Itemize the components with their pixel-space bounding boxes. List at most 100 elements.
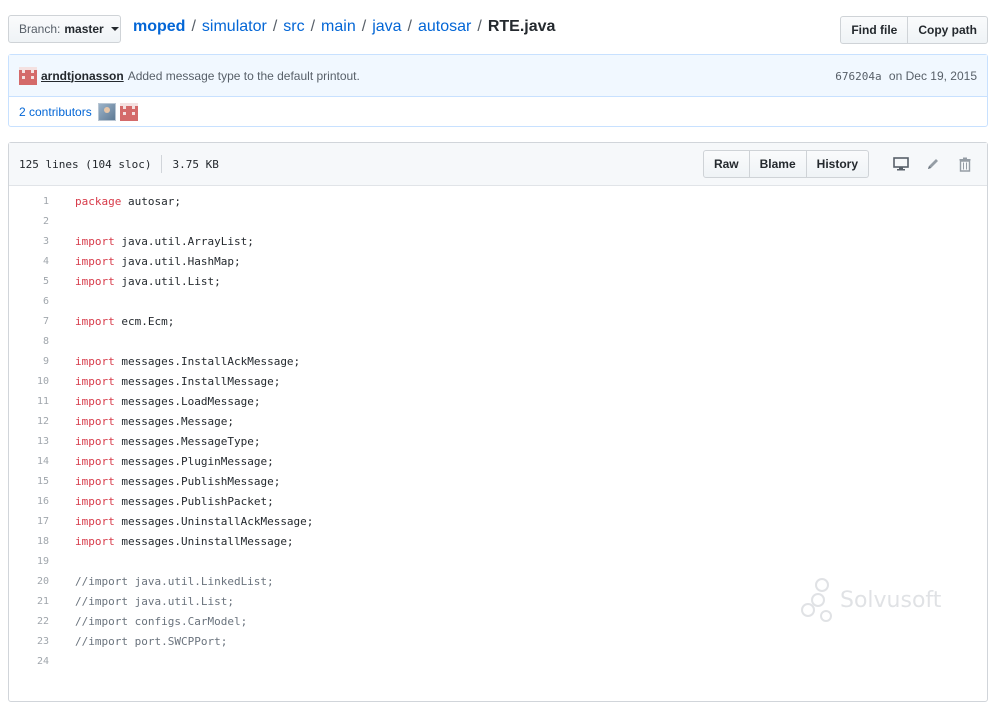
file-header: 125 lines (104 sloc) 3.75 KB Raw Blame H… (9, 143, 987, 186)
breadcrumb-java[interactable]: java (372, 18, 401, 36)
code-line: 14 import messages.PluginMessage; (9, 451, 987, 471)
breadcrumb-separator: / (477, 18, 482, 35)
keyword: import (75, 534, 115, 548)
code-text: messages.Message; (114, 414, 234, 428)
line-number[interactable]: 23 (9, 636, 49, 647)
file-view-buttons: Raw Blame History (702, 150, 869, 178)
keyword: import (75, 454, 115, 468)
line-code: import ecm.Ecm; (75, 315, 174, 328)
line-number[interactable]: 18 (9, 536, 49, 547)
line-code: import messages.LoadMessage; (75, 395, 260, 408)
contributors-row: 2 contributors (9, 97, 987, 126)
breadcrumb-simulator[interactable]: simulator (202, 18, 267, 36)
code-text: ecm.Ecm; (114, 314, 175, 328)
code-line: 4 import java.util.HashMap; (9, 251, 987, 271)
line-comment: //import java.util.LinkedList; (75, 574, 274, 588)
line-code: import java.util.HashMap; (75, 255, 241, 268)
line-number[interactable]: 21 (9, 596, 49, 607)
code-text: java.util.HashMap; (114, 254, 241, 268)
latest-commit: arndtjonasson Added message type to the … (9, 55, 987, 97)
line-number[interactable]: 3 (9, 236, 49, 247)
line-number[interactable]: 17 (9, 516, 49, 527)
line-comment: //import java.util.List; (75, 594, 234, 608)
code-text: messages.PublishMessage; (114, 474, 281, 488)
branch-selector[interactable]: Branch: master (8, 15, 121, 43)
watermark: Solvusoft (800, 576, 941, 624)
breadcrumb: moped / simulator / src / main / java / … (133, 18, 555, 36)
breadcrumb-repo[interactable]: moped (133, 18, 185, 36)
commit-message[interactable]: Added message type to the default printo… (128, 69, 360, 83)
branch-value: master (64, 22, 104, 36)
raw-button[interactable]: Raw (702, 150, 750, 178)
pencil-icon[interactable] (921, 152, 945, 176)
desktop-icon[interactable] (889, 152, 913, 176)
line-code: import messages.MessageType; (75, 435, 260, 448)
history-button[interactable]: History (806, 150, 869, 178)
line-code: package autosar; (75, 195, 181, 208)
commit-author[interactable]: arndtjonasson (41, 69, 124, 83)
file-lines-info: 125 lines (104 sloc) (19, 157, 152, 171)
line-number[interactable]: 12 (9, 416, 49, 427)
code-line: 1 package autosar; (9, 191, 987, 211)
code-line: 2 (9, 211, 987, 231)
copy-path-button[interactable]: Copy path (908, 16, 988, 44)
line-code: import java.util.List; (75, 275, 221, 288)
code-line: 5 import java.util.List; (9, 271, 987, 291)
line-number[interactable]: 8 (9, 336, 49, 347)
line-number[interactable]: 22 (9, 616, 49, 627)
file-info: 125 lines (104 sloc) 3.75 KB (19, 155, 219, 173)
line-number[interactable]: 13 (9, 436, 49, 447)
contributor-avatar[interactable] (119, 102, 138, 121)
keyword: import (75, 494, 115, 508)
line-number[interactable]: 5 (9, 276, 49, 287)
line-code: import java.util.ArrayList; (75, 235, 254, 248)
find-file-button[interactable]: Find file (840, 16, 909, 44)
code-line: 17 import messages.UninstallAckMessage; (9, 511, 987, 531)
line-code: import messages.Message; (75, 415, 234, 428)
line-code: import messages.PluginMessage; (75, 455, 274, 468)
line-code: import messages.InstallMessage; (75, 375, 280, 388)
line-number[interactable]: 16 (9, 496, 49, 507)
keyword: package (75, 194, 122, 208)
file-nav-buttons: Find file Copy path (840, 16, 988, 44)
keyword: import (75, 374, 115, 388)
breadcrumb-src[interactable]: src (283, 18, 304, 36)
keyword: import (75, 414, 115, 428)
line-number[interactable]: 4 (9, 256, 49, 267)
line-number[interactable]: 9 (9, 356, 49, 367)
code-line: 6 (9, 291, 987, 311)
line-comment: //import configs.CarModel; (75, 614, 248, 628)
file-actions: Raw Blame History (702, 150, 977, 178)
line-number[interactable]: 2 (9, 216, 49, 227)
line-number[interactable]: 1 (9, 196, 49, 207)
line-number[interactable]: 14 (9, 456, 49, 467)
line-number[interactable]: 19 (9, 556, 49, 567)
line-number[interactable]: 11 (9, 396, 49, 407)
breadcrumb-file: RTE.java (487, 18, 556, 35)
line-number[interactable]: 6 (9, 296, 49, 307)
blame-button[interactable]: Blame (749, 150, 807, 178)
line-number[interactable]: 10 (9, 376, 49, 387)
line-number[interactable]: 15 (9, 476, 49, 487)
contributors-link[interactable]: 2 contributors (19, 105, 92, 119)
line-number[interactable]: 24 (9, 656, 49, 667)
line-number[interactable]: 7 (9, 316, 49, 327)
keyword: import (75, 434, 115, 448)
breadcrumb-separator: / (191, 18, 196, 35)
branch-label: Branch: (19, 22, 61, 36)
code-line: 19 (9, 551, 987, 571)
line-number[interactable]: 20 (9, 576, 49, 587)
code-line: 23 //import port.SWCPPort; (9, 631, 987, 651)
commit-sha[interactable]: 676204a (835, 70, 881, 83)
commit-tease: arndtjonasson Added message type to the … (8, 54, 988, 127)
trash-icon[interactable] (953, 152, 977, 176)
code-text: messages.PluginMessage; (114, 454, 274, 468)
author-avatar[interactable] (19, 66, 37, 85)
keyword: import (75, 274, 115, 288)
code-line: 10 import messages.InstallMessage; (9, 371, 987, 391)
breadcrumb-main[interactable]: main (321, 18, 356, 36)
keyword: import (75, 474, 115, 488)
line-code: import messages.PublishMessage; (75, 475, 280, 488)
contributor-avatar[interactable] (97, 102, 116, 121)
breadcrumb-autosar[interactable]: autosar (418, 18, 471, 36)
